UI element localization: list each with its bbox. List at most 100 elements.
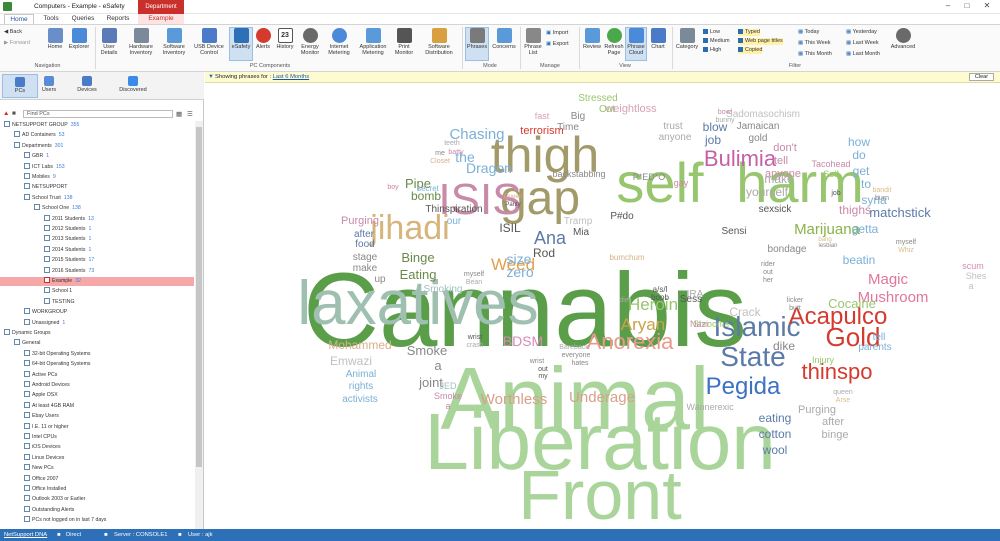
- cloud-phrase[interactable]: Wannerexic: [686, 402, 734, 412]
- advanced-button[interactable]: Advanced: [888, 28, 918, 50]
- cloud-phrase[interactable]: parents: [858, 342, 891, 353]
- tree-node[interactable]: 2013 Students 1: [44, 235, 91, 244]
- tree-node[interactable]: 2015 Students 17: [44, 256, 94, 265]
- cloud-phrase[interactable]: make: [353, 263, 378, 274]
- cloud-phrase[interactable]: Smoking: [424, 284, 463, 295]
- category-button[interactable]: Category: [674, 28, 700, 50]
- cloud-phrase[interactable]: self: [616, 151, 704, 214]
- cloud-phrase[interactable]: Sadomasochism: [726, 109, 800, 120]
- close-icon[interactable]: ✕: [980, 1, 994, 10]
- phrases-button[interactable]: Phrases: [465, 27, 489, 61]
- software-inventory-button[interactable]: Software Inventory: [158, 28, 190, 56]
- cloud-phrase[interactable]: Out: [599, 104, 615, 115]
- tree-node[interactable]: 64-bit Operating Systems: [24, 360, 91, 369]
- cloud-phrase[interactable]: Mia: [573, 227, 590, 238]
- cloud-phrase[interactable]: Bean: [466, 279, 482, 286]
- usb-device-control-button[interactable]: USB Device Control: [194, 28, 224, 56]
- cloud-phrase[interactable]: Big: [571, 111, 585, 122]
- typed-toggle[interactable]: Typed: [738, 29, 760, 36]
- last-month-button[interactable]: ▦ Last Month: [846, 51, 880, 58]
- cloud-phrase[interactable]: get: [853, 164, 870, 178]
- tab-queries[interactable]: Queries: [68, 14, 98, 24]
- tree-node[interactable]: School Trust 138: [24, 193, 73, 203]
- clear-button[interactable]: Clear: [969, 73, 994, 81]
- cloud-phrase[interactable]: beatin: [843, 253, 876, 267]
- cloud-phrase[interactable]: Dragon: [466, 160, 512, 176]
- cloud-phrase[interactable]: Marijuana: [794, 221, 861, 238]
- explorer-button[interactable]: Explorer: [66, 28, 92, 50]
- mode-tab-discovered[interactable]: Discovered: [113, 74, 153, 98]
- tree-node[interactable]: Android Devices: [24, 381, 70, 390]
- cloud-phrase[interactable]: Front: [518, 456, 681, 529]
- cloud-phrase[interactable]: Mohammed: [328, 338, 391, 352]
- cloud-phrase[interactable]: Worthless: [481, 391, 547, 408]
- cloud-phrase[interactable]: rider: [761, 261, 776, 268]
- cloud-phrase[interactable]: Rod: [533, 246, 555, 260]
- cloud-phrase[interactable]: Jamaican: [737, 121, 780, 132]
- cloud-phrase[interactable]: Smoke: [434, 391, 462, 401]
- tree-node[interactable]: Unassigned 1: [24, 318, 65, 328]
- tree-node[interactable]: Linux Devices: [24, 453, 64, 463]
- phrase-cloud-button[interactable]: Phrase Cloud: [625, 27, 647, 61]
- cloud-phrase[interactable]: up: [374, 274, 386, 285]
- tree-node[interactable]: PCs not logged on in last 7 days: [24, 516, 106, 525]
- lock-icon[interactable]: ■: [12, 110, 16, 117]
- tree-node[interactable]: Departments 301: [14, 141, 63, 151]
- cloud-phrase[interactable]: a: [968, 281, 973, 291]
- cloud-phrase[interactable]: do: [852, 148, 866, 162]
- cloud-phrase[interactable]: tell: [774, 155, 788, 167]
- cloud-phrase[interactable]: food: [355, 239, 374, 250]
- review-button[interactable]: Review: [581, 28, 603, 50]
- cloud-phrase[interactable]: Self: [823, 169, 839, 179]
- energy-monitor-button[interactable]: Energy Monitor: [297, 28, 323, 56]
- cloud-phrase[interactable]: binge: [822, 429, 849, 441]
- tree-node[interactable]: Dynamic Groups: [4, 329, 51, 338]
- cloud-phrase[interactable]: Panty: [505, 202, 520, 208]
- tree-node[interactable]: School 1: [44, 287, 72, 296]
- cloud-phrase[interactable]: bunny: [715, 117, 735, 124]
- cloud-phrase[interactable]: Aryan: [621, 315, 665, 334]
- cloud-phrase[interactable]: Arse: [836, 397, 851, 404]
- tab-tools[interactable]: Tools: [38, 14, 64, 24]
- tree-node[interactable]: 2014 Students 1: [44, 245, 91, 255]
- cloud-phrase[interactable]: gay: [674, 178, 689, 188]
- tree-node[interactable]: Ebay Users: [24, 412, 59, 421]
- tree-node[interactable]: AD Containers 53: [14, 131, 65, 140]
- tree-node[interactable]: 2016 Students 73: [44, 266, 94, 276]
- tree-node[interactable]: Office 2007: [24, 474, 58, 484]
- cloud-phrase[interactable]: bandit: [872, 187, 891, 194]
- cloud-phrase[interactable]: everyone: [562, 352, 591, 359]
- cloud-phrase[interactable]: IRA: [687, 289, 704, 300]
- cloud-phrase[interactable]: Purging: [798, 404, 836, 416]
- tree-node[interactable]: TESTING: [44, 297, 74, 307]
- tab-reports[interactable]: Reports: [102, 14, 134, 24]
- cloud-phrase[interactable]: Crack: [729, 305, 761, 319]
- cloud-phrase[interactable]: Smoke: [407, 343, 447, 358]
- cloud-phrase[interactable]: batty: [448, 149, 464, 156]
- last-week-button[interactable]: ▦ Last Week: [846, 40, 879, 47]
- cloud-phrase[interactable]: to: [861, 177, 871, 191]
- alert-icon[interactable]: ▲: [3, 110, 9, 117]
- filter-period-link[interactable]: Last 6 Months: [273, 74, 309, 80]
- cloud-phrase[interactable]: Animal: [346, 369, 377, 380]
- cloud-phrase[interactable]: dike: [773, 339, 795, 353]
- tree-node[interactable]: 2012 Students 1: [44, 225, 91, 234]
- back-button[interactable]: ◀ Back: [4, 29, 22, 36]
- internet-metering-button[interactable]: Internet Metering: [324, 28, 354, 56]
- forward-button[interactable]: ▶ Forward: [4, 40, 30, 47]
- cloud-phrase[interactable]: a: [434, 358, 442, 373]
- today-button[interactable]: ▦ Today: [798, 29, 819, 36]
- cloud-phrase[interactable]: Eating: [400, 267, 437, 282]
- cloud-phrase[interactable]: boob: [651, 293, 669, 302]
- tree-node[interactable]: At least 4GB RAM: [24, 401, 74, 411]
- cloud-phrase[interactable]: me: [435, 150, 445, 157]
- tree-node[interactable]: NETSUPPORT GROUP 355: [4, 121, 79, 130]
- cloud-phrase[interactable]: Injury: [812, 355, 835, 365]
- cloud-phrase[interactable]: hates: [571, 360, 589, 367]
- cloud-phrase[interactable]: BDSM: [503, 333, 543, 349]
- tree-node[interactable]: Outlook 2003 or Earlier: [24, 495, 85, 504]
- cloud-phrase[interactable]: wrist: [467, 334, 482, 341]
- print-monitor-button[interactable]: Print Monitor: [391, 28, 417, 56]
- view-options-icon[interactable]: ☰: [187, 110, 193, 118]
- user-details-button[interactable]: User Details: [97, 28, 121, 56]
